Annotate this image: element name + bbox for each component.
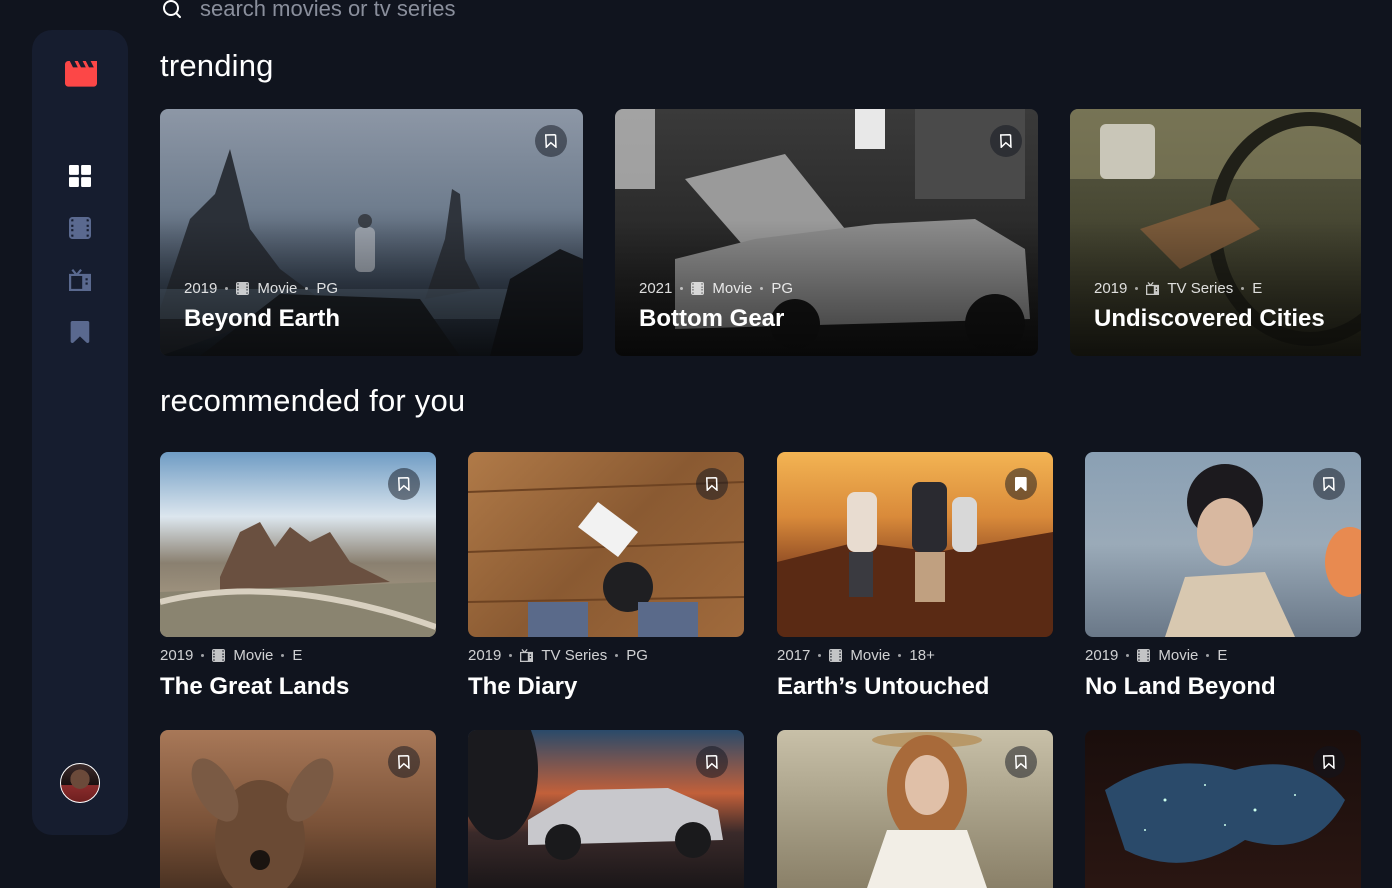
film-icon [691, 282, 705, 295]
card-title: Earth’s Untouched [777, 673, 990, 700]
search-icon [163, 0, 182, 19]
card-title: The Great Lands [160, 673, 350, 700]
card-meta: 2019 Movie E [160, 646, 436, 664]
card-rating: E [1217, 646, 1228, 664]
card-title: The Diary [468, 673, 578, 700]
card-meta: 2019 TV Series E [1094, 280, 1262, 297]
card-thumbnail [160, 452, 436, 637]
card-meta: 2019 Movie PG [184, 280, 338, 297]
nav-tv-series-icon[interactable] [69, 269, 91, 291]
card-title: Beyond Earth [184, 305, 341, 332]
card-year: 2019 [184, 280, 218, 297]
card-thumbnail [160, 730, 436, 888]
bookmark-button[interactable] [388, 468, 420, 500]
film-icon [1137, 648, 1151, 662]
card-rating: E [292, 646, 303, 664]
bookmark-empty-icon [1015, 755, 1027, 769]
nav-bookmarks-icon[interactable] [69, 321, 91, 343]
bookmark-filled-icon [1015, 477, 1027, 491]
bookmark-button[interactable] [1005, 746, 1037, 778]
trending-heading: trending [160, 48, 274, 83]
card-year: 2019 [1085, 646, 1119, 664]
bookmark-empty-icon [706, 477, 718, 491]
card-category: Movie [850, 646, 891, 664]
card-category: Movie [257, 280, 298, 297]
bookmark-button[interactable] [696, 468, 728, 500]
card-rating: PG [316, 280, 339, 297]
film-icon [829, 648, 843, 662]
recommended-card[interactable]: 2019 Movie E The Great Lands [160, 452, 436, 701]
recommended-card[interactable] [160, 730, 436, 888]
card-meta: 2017 Movie 18+ [777, 646, 1053, 664]
bookmark-empty-icon [398, 477, 410, 491]
tv-icon [520, 648, 534, 662]
card-thumbnail [1085, 730, 1361, 888]
nav-movies-film-icon[interactable] [69, 217, 91, 239]
bookmark-button[interactable] [1313, 746, 1345, 778]
card-rating: PG [771, 280, 794, 297]
card-thumbnail [1085, 452, 1361, 637]
card-year: 2021 [639, 280, 673, 297]
user-avatar[interactable] [60, 763, 100, 803]
bookmark-button[interactable] [388, 746, 420, 778]
logo-icon[interactable] [65, 60, 97, 88]
card-rating: 18+ [909, 646, 935, 664]
film-icon [236, 282, 250, 295]
bookmark-button[interactable] [1313, 468, 1345, 500]
bookmark-empty-icon [1323, 755, 1335, 769]
bookmark-button[interactable] [1005, 468, 1037, 500]
card-thumbnail [777, 452, 1053, 637]
search-input[interactable] [200, 0, 800, 22]
recommended-card[interactable]: 2019 TV Series PG The Diary [468, 452, 744, 701]
card-title: Bottom Gear [639, 305, 785, 332]
card-year: 2019 [160, 646, 194, 664]
trending-card[interactable]: 2019 TV Series E Undiscovered Cities [1070, 109, 1361, 356]
film-icon [212, 648, 226, 662]
bookmark-empty-icon [545, 134, 557, 148]
bookmark-empty-icon [398, 755, 410, 769]
card-category: Movie [1158, 646, 1199, 664]
card-category: TV Series [541, 646, 608, 664]
card-rating: PG [626, 646, 648, 664]
sidebar [32, 30, 128, 835]
card-title: No Land Beyond [1085, 673, 1276, 700]
card-rating: E [1252, 280, 1263, 297]
bookmark-empty-icon [1323, 477, 1335, 491]
card-category: TV Series [1167, 280, 1234, 297]
bookmark-button[interactable] [535, 125, 567, 157]
card-year: 2019 [1094, 280, 1128, 297]
card-year: 2019 [468, 646, 502, 664]
trending-card[interactable]: 2021 Movie PG Bottom Gear [615, 109, 1038, 356]
recommended-card[interactable]: 2019 Movie E No Land Beyond [1085, 452, 1361, 701]
bookmark-empty-icon [1000, 134, 1012, 148]
card-year: 2017 [777, 646, 811, 664]
tv-icon [1146, 282, 1160, 295]
card-category: Movie [712, 280, 753, 297]
recommended-heading: recommended for you [160, 383, 466, 418]
bookmark-button[interactable] [696, 746, 728, 778]
bookmark-button[interactable] [990, 125, 1022, 157]
card-meta: 2019 Movie E [1085, 646, 1361, 664]
card-meta: 2019 TV Series PG [468, 646, 744, 664]
recommended-card[interactable] [468, 730, 744, 888]
card-thumbnail [777, 730, 1053, 888]
bookmark-empty-icon [706, 755, 718, 769]
card-thumbnail [468, 730, 744, 888]
card-thumbnail [468, 452, 744, 637]
card-meta: 2021 Movie PG [639, 280, 793, 297]
recommended-card[interactable] [777, 730, 1053, 888]
recommended-card[interactable]: 2017 Movie 18+ Earth’s Untouched [777, 452, 1053, 701]
card-category: Movie [233, 646, 274, 664]
search-bar [160, 0, 1340, 24]
card-title: Undiscovered Cities [1094, 305, 1325, 332]
trending-card[interactable]: 2019 Movie PG Beyond Earth [160, 109, 583, 356]
recommended-card[interactable] [1085, 730, 1361, 888]
nav-home-grid-icon[interactable] [69, 165, 91, 187]
